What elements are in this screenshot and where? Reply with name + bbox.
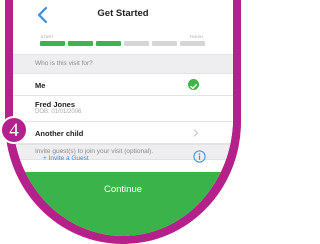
progress-finish-label: FINISH [189,35,203,39]
nav-bar: Get Started [13,0,233,30]
page-title: Get Started [97,8,149,19]
app-screen: Get Started START FINISH Who is this vis… [13,0,233,236]
chevron-right-icon [194,129,199,137]
option-fred-jones[interactable]: Fred Jones DOB: 01/01/2006 [13,96,233,122]
option-me[interactable]: Me [13,74,233,96]
option-another-child-label: Another child [35,129,84,138]
progress-tracker: START FINISH [13,30,233,54]
progress-step [68,41,93,46]
invite-guest-link[interactable]: + Invite a Guest [43,155,89,162]
continue-button[interactable]: Continue [13,172,233,236]
step-number: 4 [9,120,19,141]
option-fred-jones-dob: DOB: 01/01/2006 [35,109,82,115]
option-another-child[interactable]: Another child [13,122,233,144]
info-icon[interactable] [193,150,206,163]
progress-step [180,41,205,46]
progress-step [96,41,121,46]
who-section-label: Who is this visit for? [35,60,93,67]
option-fred-jones-label: Fred Jones [35,100,76,109]
progress-steps [40,41,205,46]
checkmark-icon [188,79,199,90]
progress-start-label: START [41,35,54,39]
continue-label: Continue [103,184,143,195]
progress-step [40,41,65,46]
who-section-header: Who is this visit for? [13,54,233,74]
guest-section-label: Invite guest(s) to join your visit (opti… [35,148,154,155]
progress-step [124,41,149,46]
step-number-badge: 4 [0,116,28,144]
option-me-label: Me [35,81,46,90]
progress-step [152,41,177,46]
